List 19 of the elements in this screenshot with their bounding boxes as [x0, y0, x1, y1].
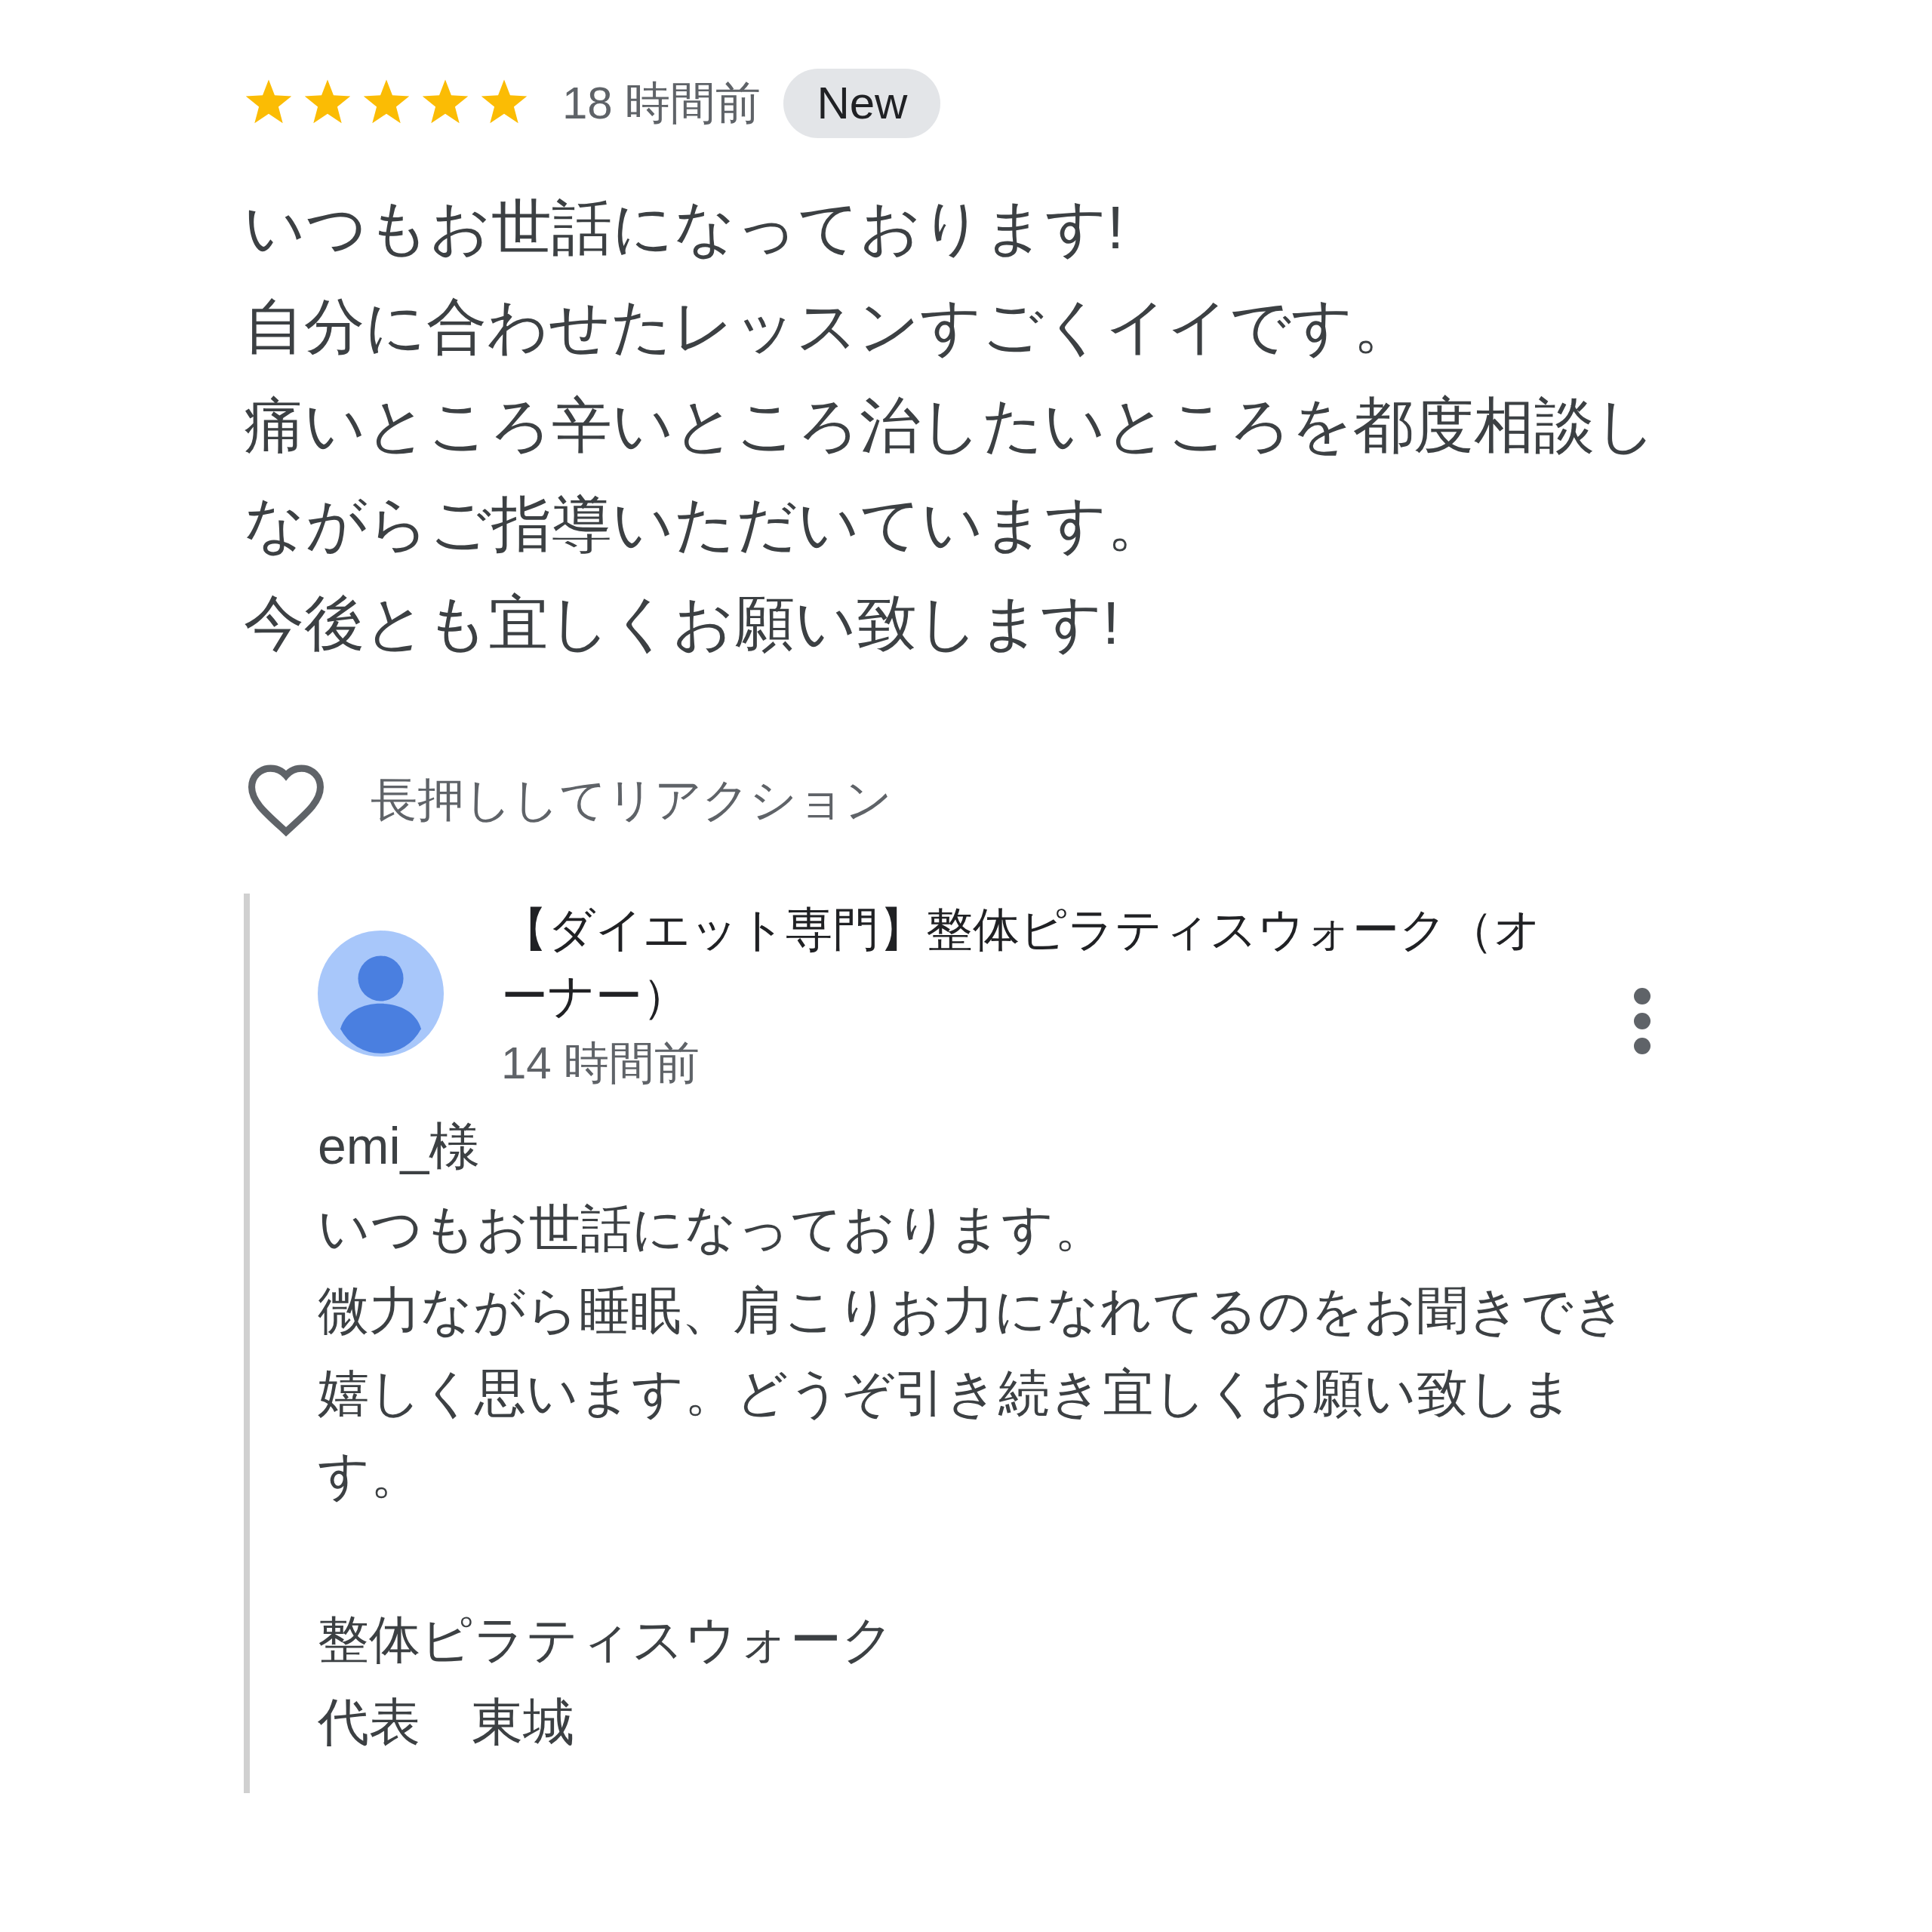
avatar-icon — [318, 931, 444, 1057]
reply-time: 14 時間前 — [501, 1037, 701, 1090]
reply-text-line: 嬉しく思います。どうぞ引き続き宜しくお願い致しま — [318, 1363, 1574, 1423]
reply-text-line: 微力ながら睡眠、肩こりお力になれてるのをお聞きでき — [318, 1281, 1627, 1340]
review-text-line: 痛いところ辛いところ治したいところを都度相談し — [244, 391, 1657, 460]
review-text-line: 今後とも宜しくお願い致します! — [244, 589, 1121, 658]
reply-text-line: 整体ピラティスウォーク — [318, 1610, 895, 1669]
reaction-hint: 長押ししてリアクション — [371, 772, 892, 827]
new-badge: New — [783, 69, 941, 138]
more-options-icon[interactable] — [1633, 987, 1651, 1055]
reply-text-line: 代表 東城 — [318, 1692, 575, 1752]
review-text-line: 自分に合わせたレッスンすごくイイです。 — [244, 292, 1414, 361]
review-text-line: ながらご指導いただいています。 — [244, 490, 1168, 559]
reply-text-line: いつもお世話になっております。 — [318, 1198, 1106, 1258]
review-text-line: いつもお世話になっております! — [244, 193, 1125, 263]
author-name: 【ダイエット専門】整体ピラティスウォーク（オーナー） — [501, 903, 1542, 1023]
reply-text-line: emi_様 — [318, 1116, 481, 1176]
reply-text-line: す。 — [318, 1445, 423, 1505]
review-time: 18 時間前 — [562, 77, 761, 130]
